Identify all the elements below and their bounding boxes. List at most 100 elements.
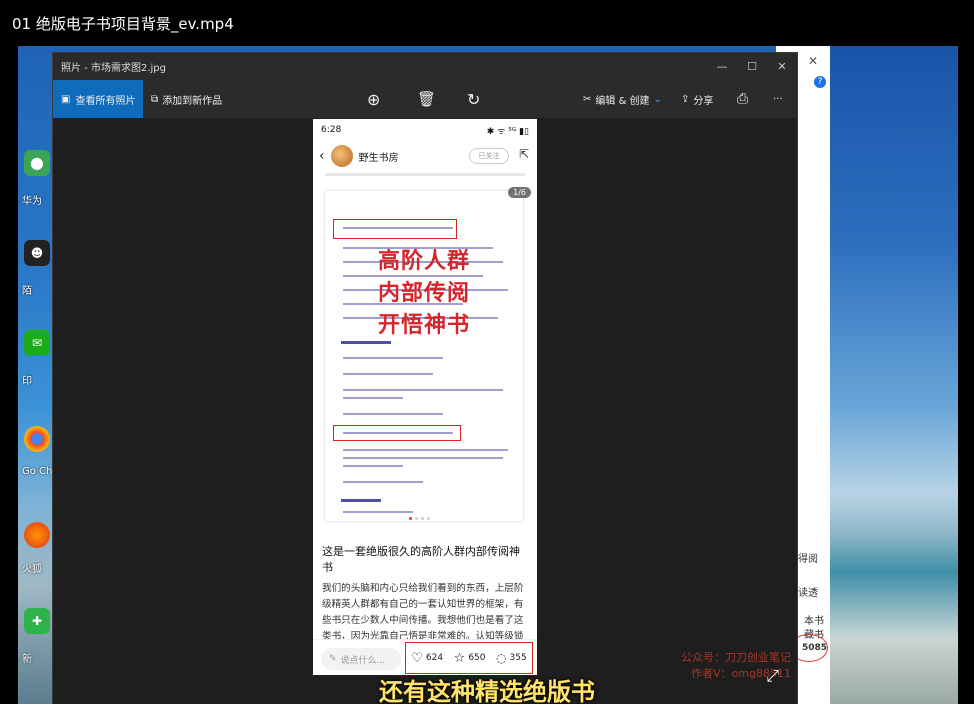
desktop-beach-wallpaper: [830, 46, 958, 704]
desktop-label-2: 陌: [22, 286, 32, 297]
overlay-line-1: 高阶人群: [377, 248, 470, 274]
carousel-dot[interactable]: [427, 517, 430, 520]
comment-input[interactable]: ✎ 说点什么...: [321, 648, 401, 670]
phone-screenshot: 6:28 ✱ ᯤ ⁵ᴳ ▮▯ ‹ 野生书房 已关注 ⇱ 高阶人群 内部传阅 开悟…: [313, 119, 537, 675]
text-line: [343, 373, 433, 375]
comment-bubble-icon: ◌: [496, 651, 507, 665]
rotate-icon[interactable]: ↻: [467, 80, 480, 118]
help-icon[interactable]: ?: [814, 76, 826, 88]
share-out-icon[interactable]: ⇱: [519, 147, 529, 161]
zoom-icon[interactable]: ⊕: [367, 80, 380, 118]
desktop-label-1: 华为: [22, 196, 42, 207]
maximize-icon[interactable]: ☐: [737, 53, 767, 80]
text-line: [343, 481, 423, 483]
browser-text-3: 本书: [804, 616, 824, 627]
image-icon: ▣: [61, 93, 71, 105]
comment-count: 355: [509, 653, 527, 663]
post-image[interactable]: 高阶人群 内部传阅 开悟神书 1/6: [313, 179, 537, 529]
desktop-icon-app2[interactable]: ☻: [24, 240, 50, 266]
section-heading: [341, 341, 391, 344]
delete-icon[interactable]: 🗑: [417, 80, 436, 118]
photos-window-title: 照片 - 市场需求图2.jpg: [61, 63, 166, 74]
photos-window: 照片 - 市场需求图2.jpg — ☐ ✕ ▣ 查看所有照片 ⧉ 添加到新作品 …: [52, 52, 798, 704]
desktop-label-4: Go Ch: [22, 466, 53, 477]
carousel-dots: [409, 517, 430, 520]
pencil-icon: ✎: [329, 654, 337, 664]
star-icon: ☆: [453, 650, 466, 666]
window-controls: — ☐ ✕: [707, 53, 797, 80]
browser-close-icon[interactable]: ✕: [808, 54, 818, 68]
text-line: [343, 413, 443, 415]
browser-text-2: 读透: [798, 588, 818, 599]
text-line: [343, 449, 508, 451]
edit-create-button[interactable]: ✂ 编辑 & 创建 ⌄: [583, 80, 662, 118]
share-icon: ⇪: [681, 93, 690, 105]
desktop-icon-firefox[interactable]: [24, 522, 50, 548]
heart-icon: ♡: [411, 650, 423, 666]
carousel-dot[interactable]: [409, 517, 412, 520]
print-icon[interactable]: ⎙: [737, 80, 748, 118]
image-progress-bar: [325, 173, 525, 176]
star-button[interactable]: ☆ 650: [454, 651, 486, 666]
browser-count: 5085: [802, 643, 828, 653]
follow-button[interactable]: 已关注: [469, 148, 509, 164]
edit-icon: ✂: [583, 93, 592, 105]
text-line: [343, 457, 503, 459]
view-all-label: 查看所有照片: [75, 95, 136, 107]
engagement-stats: ♡ 624 ☆ 650 ◌ 355: [405, 642, 533, 674]
phone-status-bar: 6:28 ✱ ᯤ ⁵ᴳ ▮▯: [313, 119, 537, 141]
video-subtitle: 还有这种精选绝版书: [379, 678, 595, 704]
view-all-photos-button[interactable]: ▣ 查看所有照片: [53, 80, 143, 118]
overlay-line-3: 开悟神书: [377, 312, 470, 338]
like-button[interactable]: ♡ 624: [411, 651, 443, 666]
text-line: [343, 511, 413, 513]
like-count: 624: [425, 653, 444, 663]
comment-button[interactable]: ◌ 355: [496, 651, 527, 665]
post-header: ‹ 野生书房 已关注 ⇱: [313, 141, 537, 171]
photos-titlebar: 照片 - 市场需求图2.jpg — ☐ ✕: [53, 53, 797, 80]
desktop-icon-huawei[interactable]: ⬤: [24, 150, 50, 176]
more-button[interactable]: ···: [773, 80, 783, 118]
minimize-icon[interactable]: —: [707, 53, 737, 80]
video-title-bar: 01 绝版电子书项目背景_ev.mp4: [0, 0, 974, 46]
status-icons: ✱ ᯤ ⁵ᴳ ▮▯: [486, 126, 529, 137]
back-icon[interactable]: ‹: [319, 148, 325, 164]
post-action-bar: ✎ 说点什么... ♡ 624 ☆ 650 ◌ 355: [313, 639, 537, 675]
desktop-icon-app6[interactable]: ✚: [24, 608, 50, 634]
photo-viewer-area: 6:28 ✱ ᯤ ⁵ᴳ ▮▯ ‹ 野生书房 已关注 ⇱ 高阶人群 内部传阅 开悟…: [53, 118, 797, 704]
text-line: [343, 389, 503, 391]
avatar[interactable]: [330, 145, 353, 167]
share-label: 分享: [693, 95, 714, 107]
desktop-icon-chrome[interactable]: [24, 426, 50, 452]
text-line: [343, 397, 403, 399]
close-icon[interactable]: ✕: [767, 53, 797, 80]
text-line: [343, 465, 403, 467]
chevron-down-icon: ⌄: [653, 93, 662, 105]
overlay-line-2: 内部传阅: [377, 280, 470, 306]
photos-toolbar: ▣ 查看所有照片 ⧉ 添加到新作品 ⊕ 🗑 ↻ ✂ 编辑 & 创建 ⌄ ⇪ 分享…: [53, 80, 797, 118]
share-button[interactable]: ⇪ 分享: [681, 80, 713, 118]
add-to-creation-label: 添加到新作品: [162, 95, 223, 107]
carousel-dot[interactable]: [415, 517, 418, 520]
text-line: [343, 357, 443, 359]
section-heading: [341, 499, 381, 502]
desktop-label-6: 新: [22, 654, 32, 665]
desktop-icon-app3[interactable]: ✉: [24, 330, 50, 356]
highlight-box-1: [333, 219, 457, 239]
document-page: 高阶人群 内部传阅 开悟神书: [325, 191, 523, 521]
account-name[interactable]: 野生书房: [359, 149, 399, 164]
comment-placeholder: 说点什么...: [340, 655, 386, 666]
carousel-dot[interactable]: [421, 517, 424, 520]
text-line: [343, 432, 453, 434]
browser-text-1: 得阅: [798, 554, 818, 565]
video-title: 01 绝版电子书项目背景_ev.mp4: [12, 14, 234, 33]
text-line: [343, 227, 453, 229]
edit-create-label: 编辑 & 创建: [595, 95, 650, 107]
creation-icon: ⧉: [151, 93, 159, 105]
star-count: 650: [468, 653, 486, 663]
image-counter: 1/6: [508, 187, 531, 198]
add-to-creation-button[interactable]: ⧉ 添加到新作品: [151, 80, 222, 118]
watermark-line-1: 公众号：刀刀创业笔记: [681, 651, 791, 664]
post-title: 这是一套绝版很久的高阶人群内部传阅神书: [322, 545, 520, 574]
desktop-label-3: 印: [22, 376, 32, 387]
